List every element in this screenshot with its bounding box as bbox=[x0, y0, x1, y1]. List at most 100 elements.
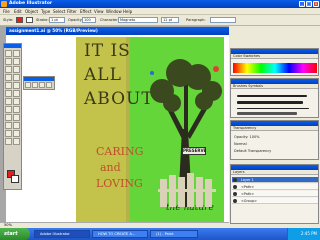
color-panel: Color Swatches bbox=[230, 48, 319, 76]
lasso-tool-icon[interactable] bbox=[13, 58, 20, 65]
transparency-default[interactable]: Default Transparency bbox=[234, 149, 271, 153]
paragraph-align-field[interactable] bbox=[210, 17, 236, 23]
rotate-tool-icon[interactable] bbox=[5, 90, 12, 97]
magic-wand-tool-icon[interactable] bbox=[5, 58, 12, 65]
transparency-panel: Transparency Opacity: 100% Normal Defaul… bbox=[230, 120, 319, 160]
transparency-opacity[interactable]: Opacity: 100% bbox=[234, 135, 260, 139]
document-title-bar: assignment1.ai @ 50% (RGB/Preview) bbox=[6, 27, 229, 35]
pathfinder-icon[interactable] bbox=[39, 82, 45, 88]
document-title: assignment1.ai @ 50% (RGB/Preview) bbox=[9, 28, 98, 33]
pen-tool-icon[interactable] bbox=[5, 66, 12, 73]
fill-swatch[interactable] bbox=[16, 17, 23, 23]
menu-edit[interactable]: Edit bbox=[14, 9, 22, 14]
gradient-tool-icon[interactable] bbox=[13, 114, 20, 121]
poster-line-2: ALL bbox=[84, 65, 122, 85]
menu-help[interactable]: Help bbox=[123, 9, 132, 14]
maximize-button[interactable]: □ bbox=[306, 1, 312, 7]
free-transform-tool-icon[interactable] bbox=[13, 98, 20, 105]
control-bar: Style: Stroke: 1 pt Opacity: 100 Charact… bbox=[0, 15, 320, 26]
layer-row[interactable]: Layer 1 bbox=[232, 177, 318, 183]
stroke-label: Stroke: bbox=[36, 18, 49, 22]
menu-window[interactable]: Window bbox=[106, 9, 122, 14]
align-icon[interactable] bbox=[25, 82, 31, 88]
stroke-weight-field[interactable]: 1 pt bbox=[49, 17, 65, 23]
floating-panel-header[interactable] bbox=[24, 77, 54, 81]
layer-row[interactable]: <Path> bbox=[232, 191, 318, 197]
menu-object[interactable]: Object bbox=[25, 9, 38, 14]
brushes-panel-tabs[interactable]: Brushes Symbols bbox=[231, 84, 318, 89]
symbol-sprayer-tool-icon[interactable] bbox=[5, 106, 12, 113]
window-title: Adobe Illustrator bbox=[9, 1, 53, 6]
menu-effect[interactable]: Effect bbox=[80, 9, 92, 14]
zoom-tool-icon[interactable] bbox=[13, 138, 20, 145]
brush-stroke-4[interactable] bbox=[237, 112, 297, 115]
visibility-eye-icon[interactable] bbox=[233, 192, 237, 196]
panel-dock: Color Swatches Brushes Symbols Transpare… bbox=[229, 26, 320, 228]
tree-illustration bbox=[150, 59, 222, 207]
layers-panel-tabs[interactable]: Layers bbox=[231, 170, 318, 175]
paintbrush-tool-icon[interactable] bbox=[5, 82, 12, 89]
opacity-label: Opacity: bbox=[68, 18, 83, 22]
mesh-tool-icon[interactable] bbox=[5, 114, 12, 121]
warp-tool-icon[interactable] bbox=[5, 98, 12, 105]
window-title-bar: Adobe Illustrator bbox=[0, 0, 320, 8]
transform-icon[interactable] bbox=[46, 82, 52, 88]
preserve-sign: PRESERVE bbox=[182, 147, 207, 155]
color-panel-tabs[interactable]: Color Swatches bbox=[231, 54, 318, 59]
menu-file[interactable]: File bbox=[3, 9, 10, 14]
taskbar-item-illustrator[interactable]: Adobe Illustrator bbox=[34, 230, 90, 238]
brush-stroke-1[interactable] bbox=[237, 95, 307, 97]
brush-stroke-2[interactable] bbox=[237, 101, 303, 104]
selection-tool-icon[interactable] bbox=[5, 50, 12, 57]
menu-view[interactable]: View bbox=[94, 9, 104, 14]
type-tool-icon[interactable] bbox=[13, 66, 20, 73]
zoom-level[interactable]: 50% bbox=[4, 223, 12, 227]
minimize-button[interactable]: _ bbox=[299, 1, 305, 7]
color-spectrum[interactable] bbox=[233, 63, 317, 73]
font-size-field[interactable]: 12 pt bbox=[161, 17, 179, 23]
toolbox-header[interactable] bbox=[4, 44, 21, 48]
visibility-eye-icon[interactable] bbox=[233, 199, 237, 203]
opacity-field[interactable]: 100 bbox=[82, 17, 96, 23]
scale-tool-icon[interactable] bbox=[13, 90, 20, 97]
menu-filter[interactable]: Filter bbox=[67, 9, 77, 14]
eyedropper-tool-icon[interactable] bbox=[5, 122, 12, 129]
line-tool-icon[interactable] bbox=[5, 74, 12, 81]
paragraph-label: Paragraph: bbox=[186, 18, 206, 22]
illustrator-app-icon bbox=[1, 1, 7, 7]
transparency-mode[interactable]: Normal bbox=[234, 142, 247, 146]
poster-artwork[interactable]: IT IS ALL ABOUT CARING and LOVING the na… bbox=[76, 37, 224, 227]
poster-line-5: and bbox=[100, 161, 121, 174]
menu-type[interactable]: Type bbox=[41, 9, 50, 14]
graph-tool-icon[interactable] bbox=[13, 106, 20, 113]
floating-tool-panel bbox=[23, 76, 55, 90]
menu-select[interactable]: Select bbox=[53, 9, 65, 14]
layer-row[interactable]: <Group> bbox=[232, 198, 318, 204]
brush-stroke-3[interactable] bbox=[237, 108, 309, 109]
close-button[interactable]: x bbox=[313, 1, 319, 7]
transparency-panel-tabs[interactable]: Transparency bbox=[231, 126, 318, 131]
visibility-eye-icon[interactable] bbox=[233, 178, 237, 182]
stroke-color-box[interactable] bbox=[11, 175, 19, 183]
distribute-icon[interactable] bbox=[32, 82, 38, 88]
rectangle-tool-icon[interactable] bbox=[13, 74, 20, 81]
pencil-tool-icon[interactable] bbox=[13, 82, 20, 89]
taskbar-item-browser[interactable]: HOW TO CREATE A... bbox=[92, 230, 148, 238]
blend-tool-icon[interactable] bbox=[13, 122, 20, 129]
slice-tool-icon[interactable] bbox=[5, 130, 12, 137]
direct-selection-tool-icon[interactable] bbox=[13, 50, 20, 57]
scissors-tool-icon[interactable] bbox=[13, 130, 20, 137]
visibility-eye-icon[interactable] bbox=[233, 185, 237, 189]
stroke-swatch[interactable] bbox=[26, 17, 33, 23]
poster-band-divider bbox=[126, 37, 130, 227]
taskbar-item-paint[interactable]: (1) - Paint bbox=[150, 230, 198, 238]
layer-row[interactable]: <Path> bbox=[232, 184, 318, 190]
toolbox-panel bbox=[3, 43, 22, 190]
hand-tool-icon[interactable] bbox=[5, 138, 12, 145]
system-tray-clock[interactable]: 2:45 PM bbox=[287, 228, 320, 240]
character-label: Character: bbox=[100, 18, 119, 22]
style-label: Style: bbox=[3, 18, 14, 22]
poster-line-1: IT IS bbox=[84, 41, 131, 61]
start-button[interactable]: start bbox=[0, 228, 30, 240]
font-family-field[interactable]: Magneto bbox=[118, 17, 158, 23]
